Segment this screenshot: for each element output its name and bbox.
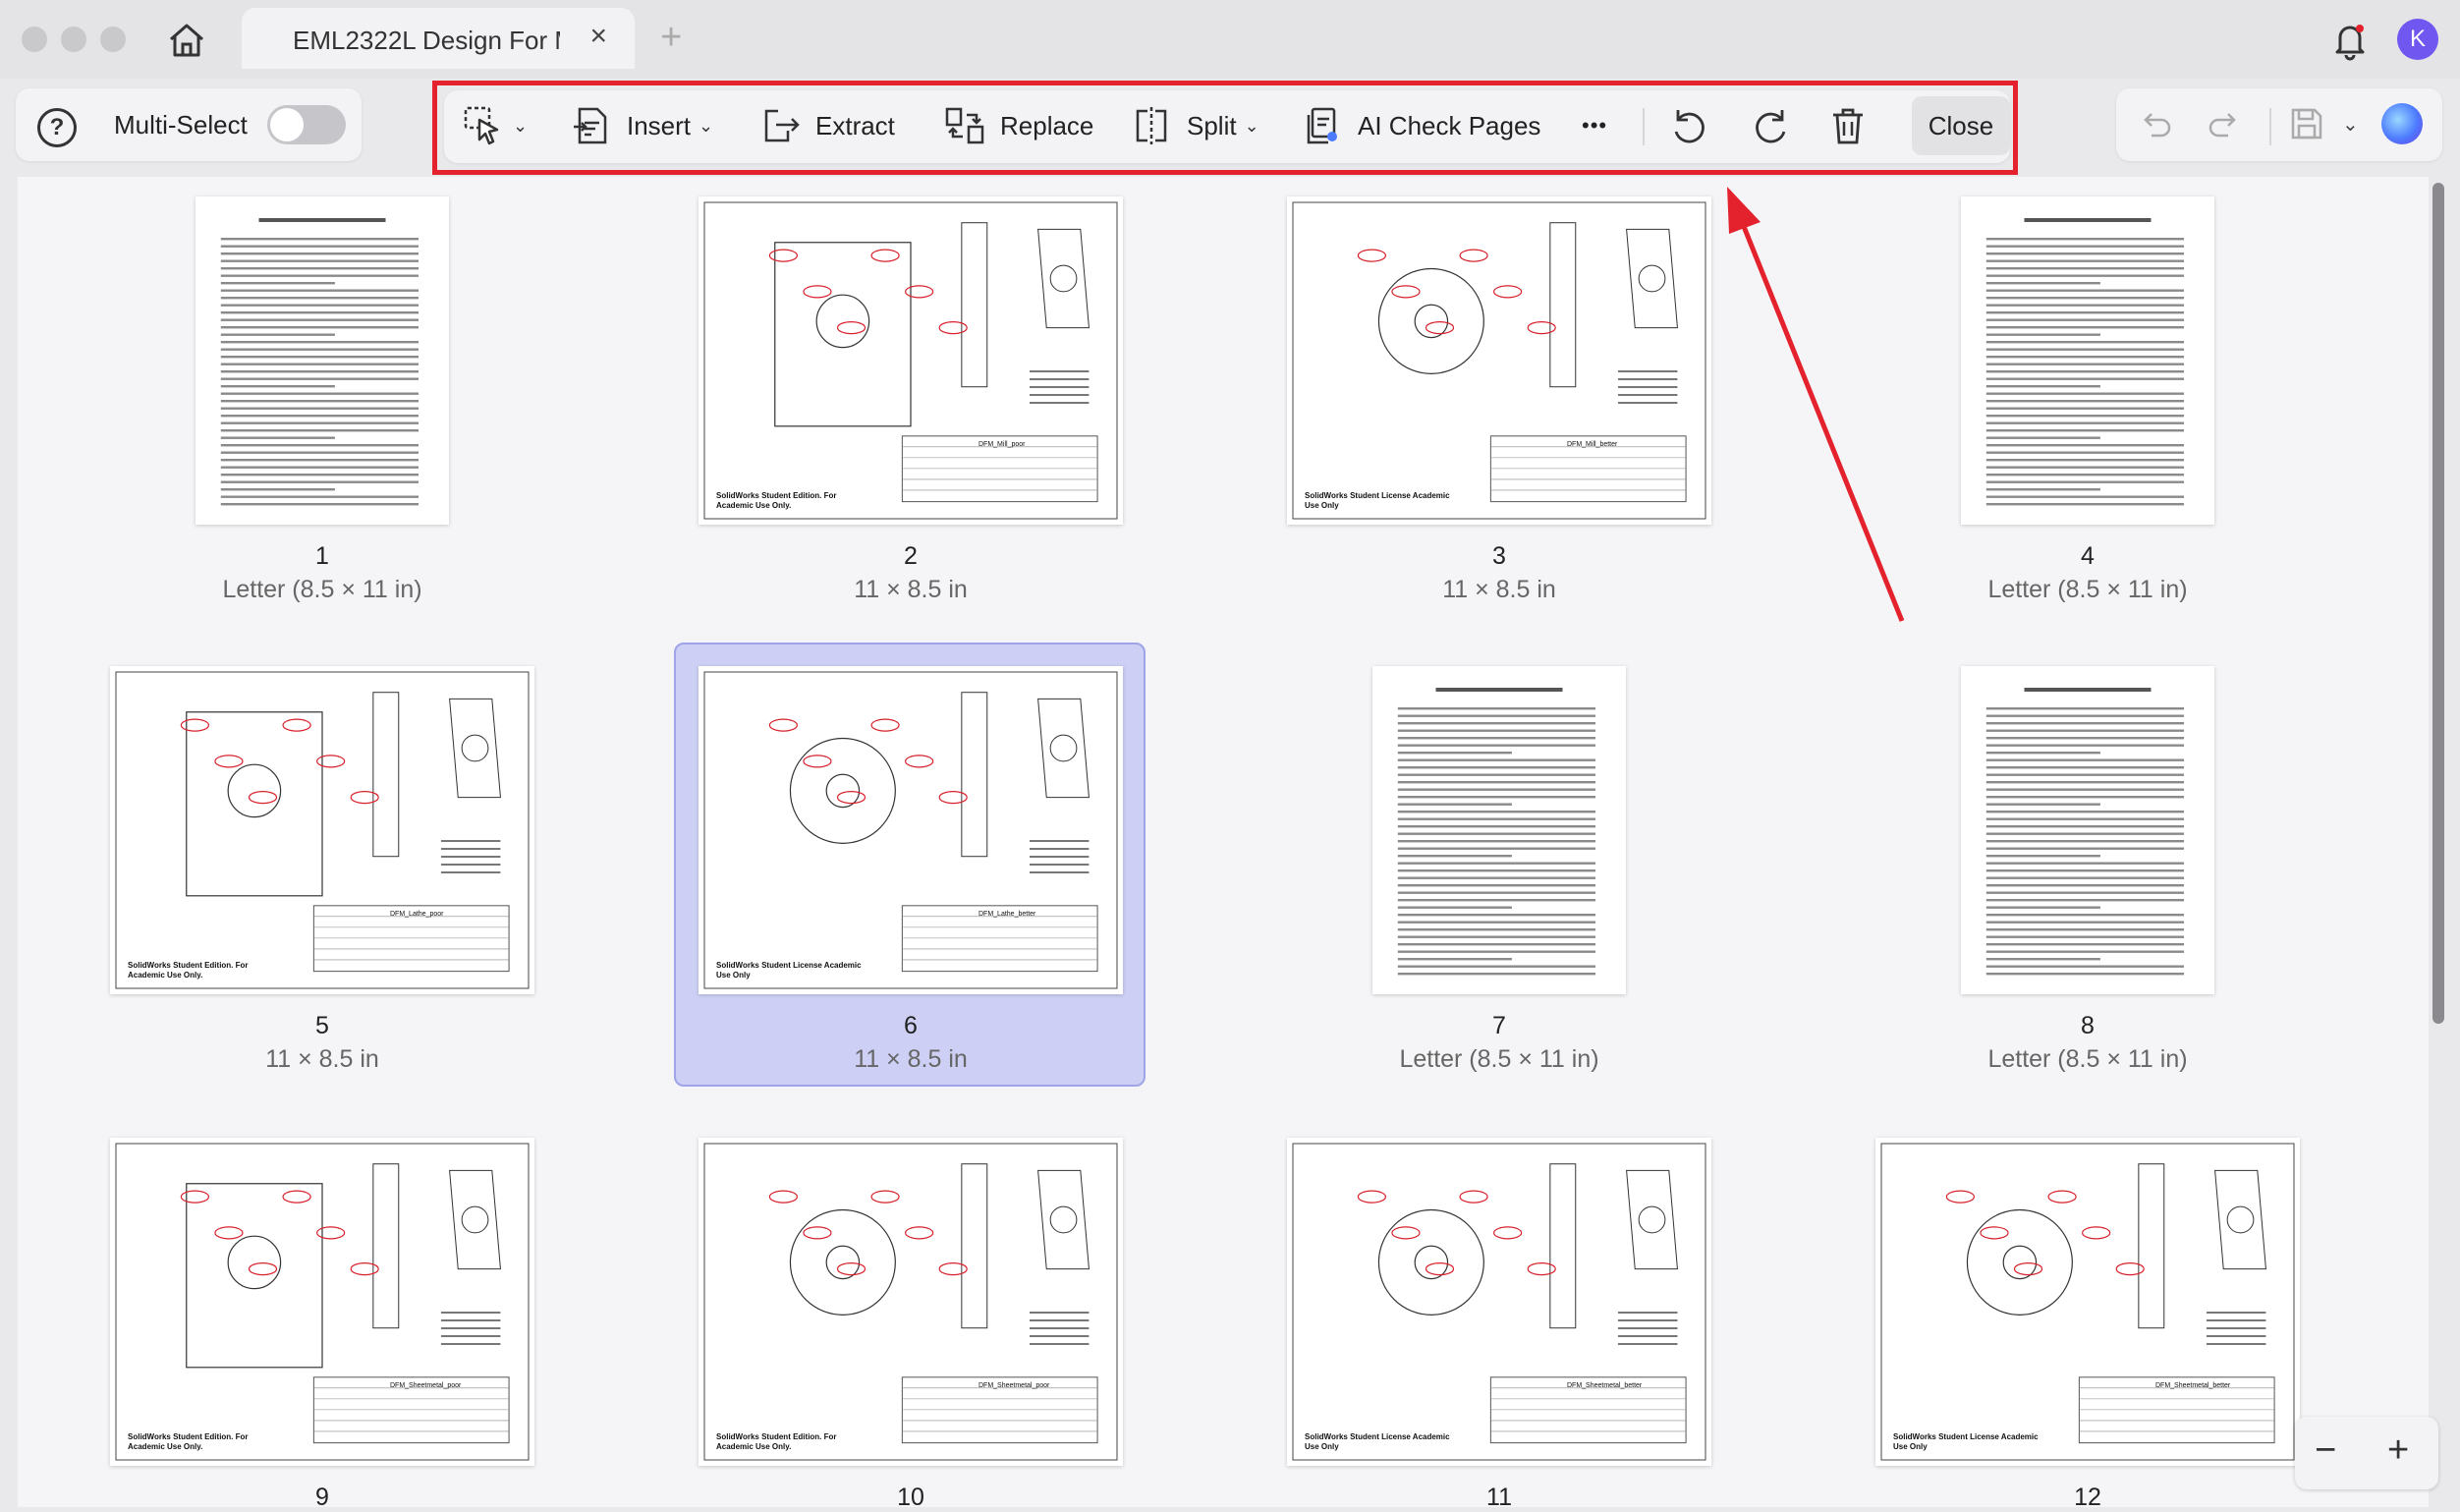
arrow-annotation bbox=[1727, 187, 1905, 622]
zoom-in-button[interactable]: + bbox=[2387, 1430, 2409, 1470]
zoom-controls: − + bbox=[2295, 1417, 2438, 1489]
zoom-out-button[interactable]: − bbox=[2315, 1430, 2336, 1470]
